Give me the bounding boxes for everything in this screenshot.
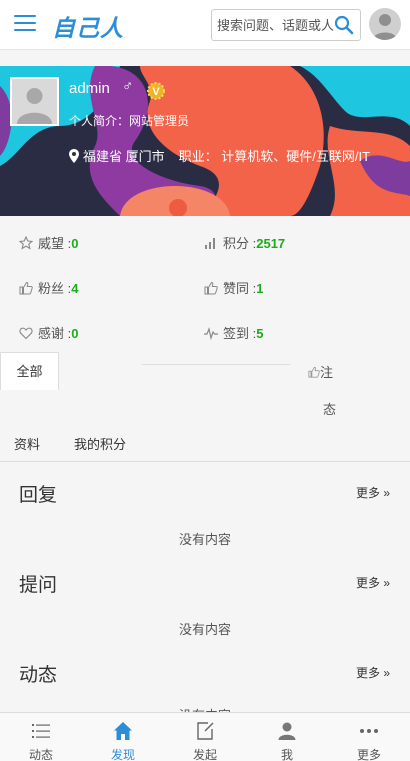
stat-value: 5: [256, 326, 264, 341]
stat-value: 1: [256, 281, 264, 296]
tab-info[interactable]: 资料: [14, 434, 40, 453]
profile-location: 福建省 厦门市: [83, 149, 165, 164]
tab-divider: [142, 364, 290, 365]
menu-icon[interactable]: [14, 15, 36, 33]
section-questions-more-link[interactable]: 更多 »: [356, 574, 390, 591]
stat-label: 感谢 :: [38, 326, 72, 341]
pulse-icon: [204, 326, 218, 340]
heart-icon: [19, 327, 33, 340]
stat-value: 2517: [256, 236, 286, 251]
badge-letter: V: [152, 86, 160, 98]
stat-points: 积分 :2517: [204, 233, 285, 252]
more-icon: [360, 729, 378, 733]
user-avatar[interactable]: [369, 8, 401, 40]
nav-item-discover[interactable]: 发现: [82, 713, 164, 761]
top-header: 自己人: [0, 0, 410, 50]
nav-label: 我: [280, 748, 293, 761]
location-pin-icon: [69, 149, 79, 163]
section-replies-empty: 没有内容: [178, 532, 231, 547]
thumb-up-icon: [19, 281, 33, 295]
nav-item-activity[interactable]: 动态: [0, 713, 82, 761]
section-replies-more-link[interactable]: 更多 »: [356, 484, 390, 501]
bottom-nav: 动态 发现 发起 我 更多: [0, 712, 410, 761]
compose-icon: [197, 722, 214, 740]
stat-label: 粉丝 :: [38, 281, 72, 296]
profile-banner: admin ♂ V 个人简介：网站管理员 福建省 厦门市 职业： 计算机软、硬件/…: [0, 66, 410, 216]
tab-dynamic[interactable]: 态: [323, 399, 336, 418]
search-box[interactable]: [211, 9, 361, 41]
stat-fans: 粉丝 :4: [19, 278, 78, 297]
nav-label: 发起: [192, 748, 217, 761]
home-icon: [114, 722, 132, 740]
stat-label: 积分 :: [223, 236, 257, 251]
stat-prestige: 威望 :0: [19, 233, 78, 252]
stat-agree: 赞同 :1: [204, 278, 263, 297]
tab-all[interactable]: 全部: [0, 352, 59, 390]
profile-tabs: 全部 注 态 资料 我的积分: [0, 352, 410, 462]
nav-label: 动态: [28, 748, 53, 761]
nav-label: 发现: [110, 748, 135, 761]
profile-avatar[interactable]: [10, 77, 59, 126]
profile-bio: 个人简介：网站管理员: [69, 114, 190, 128]
list-icon: [32, 724, 50, 738]
section-questions-empty: 没有内容: [178, 622, 231, 637]
nav-item-publish[interactable]: 发起: [164, 713, 246, 761]
nav-item-more[interactable]: 更多: [328, 713, 410, 761]
section-activity-title: 动态: [19, 665, 58, 686]
profile-job: 计算机软、硬件/互联网/IT: [221, 149, 371, 164]
tab-follow[interactable]: 注: [308, 362, 333, 381]
stat-value: 4: [71, 281, 79, 296]
stat-thanks: 感谢 :0: [19, 323, 78, 342]
tab-my-points[interactable]: 我的积分: [74, 434, 126, 453]
profile-location-line: 福建省 厦门市 职业： 计算机软、硬件/互联网/IT: [69, 146, 370, 165]
section-activity-more-link[interactable]: 更多 »: [356, 664, 390, 681]
user-stats: 威望 :0 积分 :2517 粉丝 :4 赞同 :1 感谢 :0 签到 :5: [0, 216, 410, 352]
banner-background: [0, 66, 410, 216]
thumb-up-icon: [308, 366, 320, 378]
stat-label: 威望 :: [38, 236, 72, 251]
thumb-up-icon: [204, 281, 218, 295]
section-questions-title: 提问: [19, 575, 58, 596]
site-logo[interactable]: 自己人: [52, 9, 124, 43]
star-icon: [19, 236, 33, 250]
stat-label: 赞同 :: [223, 281, 257, 296]
profile-username: admin: [69, 80, 110, 97]
gender-male-icon: ♂: [122, 78, 134, 95]
stat-label: 签到 :: [223, 326, 257, 341]
user-icon: [278, 722, 296, 740]
bar-chart-icon: [205, 238, 215, 249]
profile-job-label: 职业：: [178, 149, 218, 164]
nav-item-me[interactable]: 我: [246, 713, 328, 761]
search-icon[interactable]: [334, 15, 354, 35]
stat-value: 0: [71, 326, 79, 341]
stat-checkin: 签到 :5: [204, 323, 263, 342]
verified-badge-icon: V: [147, 82, 165, 100]
stat-value: 0: [71, 236, 79, 251]
search-input[interactable]: [212, 10, 337, 40]
nav-label: 更多: [356, 748, 381, 761]
section-replies-title: 回复: [19, 485, 58, 506]
tab-follow-label: 注: [320, 365, 334, 380]
